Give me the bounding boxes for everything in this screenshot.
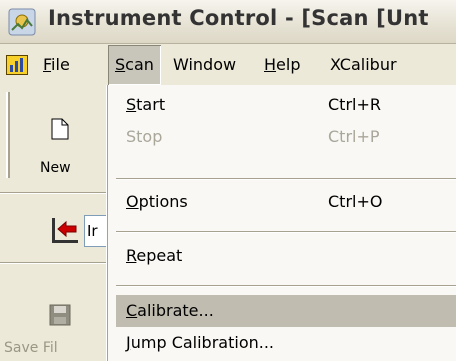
title-bar: Instrument Control - [Scan [Unt [0, 0, 456, 44]
menu-scan[interactable]: Scan [108, 45, 161, 85]
toolbar-separator [0, 192, 120, 194]
window-title: Instrument Control - [Scan [Unt [48, 6, 429, 30]
menu-file[interactable]: File [36, 45, 77, 85]
menu-separator [116, 231, 456, 233]
shortcut-label: Ctrl+R [328, 95, 381, 114]
save-disk-icon[interactable] [49, 304, 71, 326]
menu-xcalibur[interactable]: XCalibur [323, 45, 404, 85]
scan-menu-dropdown: Start Ctrl+R Stop Ctrl+P Options Ctrl+O … [107, 85, 456, 361]
scan-menu-options[interactable]: Options Ctrl+O [116, 186, 456, 218]
save-button-label[interactable]: Save Fil [4, 340, 58, 356]
toolbar-separator-2 [0, 262, 120, 264]
scan-menu-jump-calibration[interactable]: Jump Calibration... [116, 327, 456, 359]
new-button-label[interactable]: New [40, 160, 71, 176]
shortcut-label: Ctrl+P [328, 127, 380, 146]
scan-menu-stop[interactable]: Stop Ctrl+P [116, 121, 456, 153]
menu-bar: File Scan Window Help XCalibur [0, 45, 456, 85]
menu-window[interactable]: Window [166, 45, 243, 85]
new-document-icon[interactable] [51, 118, 69, 140]
menu-help[interactable]: Help [257, 45, 307, 85]
scan-menu-calibrate[interactable]: Calibrate... [116, 295, 456, 327]
shortcut-label: Ctrl+O [328, 192, 383, 211]
spectrum-app-icon [8, 8, 36, 36]
menu-separator [116, 178, 456, 180]
scan-menu-repeat[interactable]: Repeat [116, 240, 456, 272]
scan-menu-start[interactable]: Start Ctrl+R [116, 89, 456, 121]
document-chart-icon[interactable] [6, 55, 28, 75]
menu-separator [116, 285, 456, 287]
toolbar-grip[interactable] [6, 92, 10, 178]
import-arrow-icon[interactable] [50, 215, 80, 245]
